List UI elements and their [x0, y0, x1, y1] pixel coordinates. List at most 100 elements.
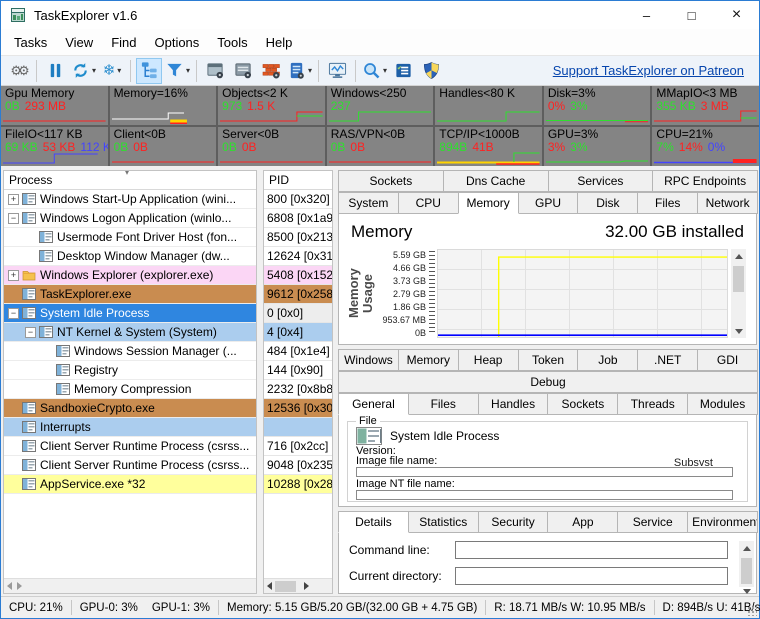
- scroll-right-icon[interactable]: [17, 582, 253, 590]
- tab-token[interactable]: Token: [517, 349, 579, 371]
- process-row[interactable]: TaskExplorer.exe: [4, 285, 256, 304]
- process-row[interactable]: Client Server Runtime Process (csrss...: [4, 437, 256, 456]
- pid-cell[interactable]: 12624 [0x3150]: [264, 247, 332, 266]
- details-vertical-scrollbar[interactable]: [739, 541, 754, 594]
- scroll-left-icon[interactable]: [267, 582, 272, 590]
- tab-files[interactable]: Files: [407, 393, 479, 415]
- firewall-icon[interactable]: [258, 58, 284, 84]
- pid-cell[interactable]: 10288 [0x2830]: [264, 475, 332, 494]
- pid-cell[interactable]: [264, 418, 332, 437]
- tree-expander-icon[interactable]: +: [8, 193, 19, 205]
- pid-cell[interactable]: 4 [0x4]: [264, 323, 332, 342]
- status-tile-memory-16[interactable]: Memory=16%: [109, 86, 217, 125]
- pid-cell[interactable]: 9612 [0x258c]: [264, 285, 332, 304]
- menu-help[interactable]: Help: [257, 31, 302, 54]
- menu-tools[interactable]: Tools: [208, 31, 256, 54]
- tab-files[interactable]: Files: [637, 192, 699, 214]
- pause-icon[interactable]: [42, 58, 68, 84]
- pid-cell[interactable]: 800 [0x320]: [264, 190, 332, 209]
- scroll-left-icon[interactable]: [7, 582, 12, 590]
- scrollbar-thumb[interactable]: [733, 266, 744, 292]
- pid-cell[interactable]: 0 [0x0]: [264, 304, 332, 323]
- status-tile-gpu-3[interactable]: GPU=3% 3% 3%: [543, 127, 651, 166]
- process-row[interactable]: Memory Compression: [4, 380, 256, 399]
- process-row[interactable]: AppService.exe *32: [4, 475, 256, 494]
- process-column-header[interactable]: Process ▾: [4, 171, 256, 190]
- tab-cpu[interactable]: CPU: [397, 192, 459, 214]
- tab-gpu[interactable]: GPU: [517, 192, 579, 214]
- process-row[interactable]: − System Idle Process: [4, 304, 256, 323]
- status-tile-windows-250[interactable]: Windows<250 237: [326, 86, 434, 125]
- tree-expander-icon[interactable]: −: [8, 212, 19, 224]
- tab-details[interactable]: Details: [338, 511, 409, 533]
- process-row[interactable]: + Windows Start-Up Application (wini...: [4, 190, 256, 209]
- command-line-field[interactable]: [455, 541, 728, 559]
- patreon-link[interactable]: Support TaskExplorer on Patreon: [553, 63, 744, 78]
- scroll-down-icon[interactable]: [731, 324, 746, 338]
- pid-cell[interactable]: 12536 [0x30f8]: [264, 399, 332, 418]
- tab-service[interactable]: Service: [617, 511, 689, 533]
- tab-disk[interactable]: Disk: [577, 192, 639, 214]
- status-tile-server-0b[interactable]: Server<0B 0B 0B: [218, 127, 325, 166]
- tab-debug[interactable]: Debug: [338, 371, 758, 393]
- tab-dns-cache[interactable]: Dns Cache: [442, 170, 549, 192]
- dropdown-caret-icon[interactable]: ▾: [308, 66, 312, 75]
- status-tile-handles-80-k[interactable]: Handles<80 K: [435, 86, 542, 125]
- minimize-button[interactable]: –: [624, 1, 669, 29]
- process-row[interactable]: Registry: [4, 361, 256, 380]
- tab-memory[interactable]: Memory: [397, 349, 459, 371]
- process-row[interactable]: Interrupts: [4, 418, 256, 437]
- tab-security[interactable]: Security: [477, 511, 549, 533]
- dropdown-caret-icon[interactable]: ▾: [186, 66, 190, 75]
- scrollbar-thumb[interactable]: [741, 558, 752, 584]
- log-icon[interactable]: ▾: [286, 58, 313, 84]
- tab-net[interactable]: .NET: [637, 349, 699, 371]
- memory-usage-graph[interactable]: [437, 249, 728, 338]
- tab-network[interactable]: Network: [697, 192, 759, 214]
- tab-gdi[interactable]: GDI: [697, 349, 759, 371]
- scroll-up-icon[interactable]: [731, 249, 746, 263]
- tree-expander-icon[interactable]: +: [8, 269, 19, 281]
- status-tile-tcp-ip-1000b[interactable]: TCP/IP<1000B 894B 41B: [435, 127, 542, 166]
- resize-grip-icon[interactable]: [747, 606, 757, 616]
- tab-statistics[interactable]: Statistics: [407, 511, 479, 533]
- tab-sockets[interactable]: Sockets: [547, 393, 619, 415]
- status-tile-gpu-memory[interactable]: Gpu Memory 0B 293 MB: [1, 86, 108, 125]
- status-tile-cpu-21[interactable]: CPU=21% 7% 14% 0%: [652, 127, 759, 166]
- tab-job[interactable]: Job: [577, 349, 639, 371]
- process-tree-icon[interactable]: [136, 57, 163, 84]
- tab-system[interactable]: System: [338, 192, 399, 214]
- image-nt-file-name-field[interactable]: [356, 490, 733, 500]
- menu-tasks[interactable]: Tasks: [5, 31, 56, 54]
- dropdown-caret-icon[interactable]: ▾: [92, 66, 96, 75]
- process-row[interactable]: SandboxieCrypto.exe: [4, 399, 256, 418]
- pid-horizontal-scrollbar[interactable]: [264, 578, 332, 593]
- pid-cell[interactable]: 484 [0x1e4]: [264, 342, 332, 361]
- status-tile-mmapio-3-mb[interactable]: MMapIO<3 MB 355 KB 3 MB: [652, 86, 759, 125]
- current-directory-field[interactable]: [455, 567, 728, 585]
- tab-services[interactable]: Services: [547, 170, 654, 192]
- dropdown-caret-icon[interactable]: ▾: [117, 66, 121, 75]
- options-list-icon[interactable]: [390, 58, 416, 84]
- tab-modules[interactable]: Modules: [687, 393, 758, 415]
- tab-heap[interactable]: Heap: [457, 349, 519, 371]
- scrollbar-thumb[interactable]: [275, 580, 296, 592]
- search-icon[interactable]: ▾: [361, 58, 388, 84]
- scroll-right-icon[interactable]: [303, 582, 330, 590]
- tree-expander-icon[interactable]: −: [8, 307, 19, 319]
- pid-cell[interactable]: 5408 [0x1520]: [264, 266, 332, 285]
- tab-environment[interactable]: Environment: [687, 511, 758, 533]
- pid-cell[interactable]: 2232 [0x8b8]: [264, 380, 332, 399]
- filter-icon[interactable]: ▾: [164, 58, 191, 84]
- tab-handles[interactable]: Handles: [477, 393, 549, 415]
- process-row[interactable]: Client Server Runtime Process (csrss...: [4, 456, 256, 475]
- process-row[interactable]: Windows Session Manager (...: [4, 342, 256, 361]
- process-row[interactable]: Usermode Font Driver Host (fon...: [4, 228, 256, 247]
- tab-app[interactable]: App: [547, 511, 619, 533]
- tab-general[interactable]: General: [338, 393, 409, 415]
- pid-cell[interactable]: 8500 [0x2134]: [264, 228, 332, 247]
- uac-shield-icon[interactable]: [418, 58, 444, 84]
- status-tile-fileio-117-kb[interactable]: FileIO<117 KB69 KB53 KB112 KB: [1, 127, 108, 166]
- tab-threads[interactable]: Threads: [617, 393, 689, 415]
- menu-view[interactable]: View: [56, 31, 102, 54]
